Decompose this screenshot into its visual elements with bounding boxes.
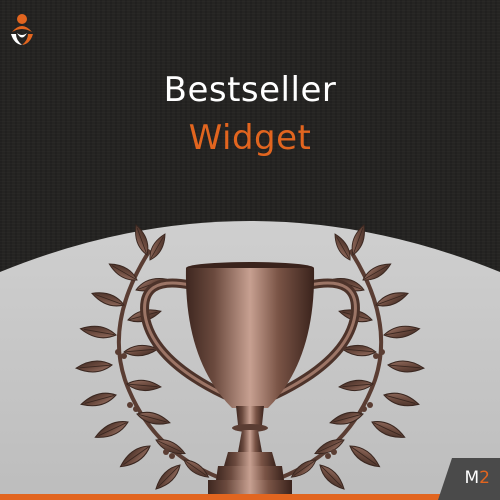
version-badge-label: M2 [464, 468, 491, 488]
product-banner: Bestseller Widget M2 [0, 0, 500, 500]
trophy-artwork [0, 221, 500, 500]
floor-strip [0, 494, 500, 500]
